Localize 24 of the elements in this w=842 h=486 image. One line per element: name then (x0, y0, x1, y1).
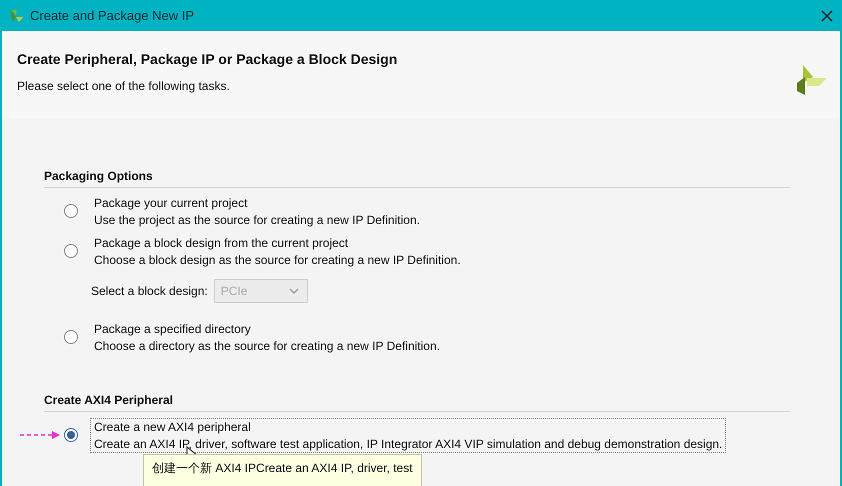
radio-button[interactable] (64, 428, 78, 442)
section-title: Create AXI4 Peripheral (44, 393, 790, 412)
tooltip: 创建一个新 AXI4 IPCreate an AXI4 IP, driver, test (143, 454, 422, 486)
option-description: Create an AXI4 IP, driver, software test application, IP Integrator AXI4 VIP simulation and debug demonstration design. (94, 437, 722, 451)
page-title: Create Peripheral, Package IP or Package a Block Design (17, 51, 398, 67)
option-description: Choose a directory as the source for creating a new IP Definition. (94, 339, 440, 353)
option-description: Choose a block design as the source for creating a new IP Definition. (94, 253, 461, 267)
option-label: Create a new AXI4 peripheral (94, 420, 252, 434)
app-logo-icon (8, 8, 24, 24)
option-label: Package a block design from the current project (94, 236, 350, 250)
select-label: Select a block design: (91, 284, 208, 298)
option-description: Use the project as the source for creating a new IP Definition. (94, 213, 420, 227)
window-title: Create and Package New IP (30, 8, 196, 23)
close-icon[interactable] (820, 8, 834, 22)
section-title: Packaging Options (44, 169, 790, 188)
radio-button[interactable] (64, 330, 78, 344)
chevron-icon (288, 288, 299, 294)
logo-icon (795, 63, 829, 97)
annotation-arrow (20, 430, 62, 440)
radio-button[interactable] (64, 244, 78, 258)
page-subtitle: Please select one of the following tasks. (17, 79, 231, 93)
radio-button[interactable] (64, 204, 78, 218)
option-label: Package a specified directory (94, 322, 252, 336)
option-label: Package your current project (94, 196, 248, 210)
